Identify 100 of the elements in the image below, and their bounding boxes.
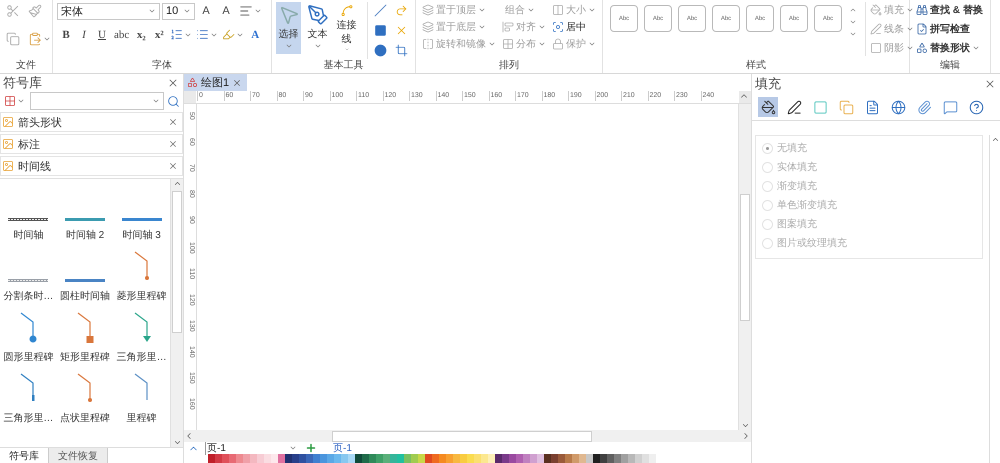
layers-icon [422,21,434,33]
edit-button[interactable]: 替换形状 [914,40,985,56]
scroll-up-button[interactable] [739,91,751,103]
radio-button[interactable] [762,162,773,172]
grow-font-button[interactable]: A [197,4,215,18]
paint-bucket-icon [760,100,776,114]
radio-button[interactable] [762,218,773,230]
panel-tab[interactable]: 文件恢复 [49,448,108,463]
square-icon [812,100,828,114]
shape-label: 里程碑 [126,412,157,425]
close-icon [168,161,178,171]
shape-label: 菱形里程碑 [116,290,167,303]
scrollbar[interactable] [184,430,751,442]
circle-icon [374,44,387,57]
panel-title: 填充 [755,75,781,93]
font-size: 10 [166,5,178,17]
scroll-down-icon [849,18,857,26]
shrink-font-button[interactable]: A [217,4,235,18]
curve-arrow-icon [395,4,408,17]
format-button[interactable]: x₂ [132,28,150,42]
format-button[interactable]: B [57,28,75,42]
font-select[interactable]: 宋体 [57,2,160,20]
edit-button[interactable]: 拼写检查 [914,21,985,37]
pen-line-icon [870,23,882,35]
panel-tool-button[interactable] [758,97,778,117]
arrange-button[interactable]: 居中 [550,19,598,35]
caret-icon [43,35,51,43]
caret-icon [588,40,596,48]
scrollbar[interactable] [170,179,183,447]
globe-icon [890,100,906,114]
columns-icon [552,4,564,16]
caret-icon [906,44,914,52]
plus-icon [305,442,317,454]
group-label: 基本工具 [322,59,364,73]
radio-button[interactable] [762,180,773,192]
edit-button[interactable]: 查找 & 替换 [914,2,985,18]
page-tab[interactable]: 页-1 [325,441,360,455]
caret-icon [527,6,535,14]
caret-icon [972,44,980,52]
shape-label: 三角形里… [116,351,167,364]
file-check-icon [916,23,928,35]
brush-icon [28,4,42,18]
close-icon [984,78,996,90]
search-field[interactable] [30,92,164,110]
group-label: 样式 [745,59,767,73]
rectangle-icon [374,24,387,37]
format-button[interactable]: U [93,28,111,42]
pen-icon [306,4,328,26]
caret-icon [17,97,25,105]
scrollbar[interactable] [738,104,751,430]
search-icon [167,94,180,108]
scroll-up-icon [849,6,857,14]
format-button[interactable]: abc [111,28,132,42]
grid-icon [4,95,16,107]
ruler-corner [184,91,196,103]
more-icon [849,30,857,38]
group-label: 编辑 [939,59,961,73]
grid-icon [502,38,514,50]
format-button[interactable]: I [75,28,93,42]
radio-button[interactable] [762,200,773,210]
highlighter-icon [222,28,236,41]
font-color-button[interactable]: A [246,28,264,42]
close-icon [167,77,179,89]
line-icon [374,4,387,17]
caret-icon [183,7,191,15]
font-name: 宋体 [61,4,83,18]
pen-line-icon [786,100,802,114]
caret-icon [488,40,496,48]
folder-picture-icon [2,138,14,150]
tool-button[interactable]: 连接线 [334,2,359,54]
align-icon [239,4,253,18]
close-icon [168,117,178,127]
radio-button[interactable] [762,238,773,248]
format-button[interactable]: x² [150,28,168,42]
document-tab[interactable]: 绘图1 [184,74,248,91]
scroll-up-icon [172,179,182,188]
copy-button[interactable] [4,30,22,48]
close-icon [232,78,242,88]
help-icon [968,100,984,114]
radio-button[interactable] [762,142,773,154]
shape-label: 点状里程碑 [60,412,110,425]
cross-icon [395,24,408,37]
panel-title: 符号库 [3,74,42,92]
tool-button[interactable]: 选择 [276,2,301,54]
paperclip-icon [916,100,932,114]
clipboard-icon [28,32,42,46]
font-size-select[interactable]: 10 [162,2,195,20]
shape-label: 时间轴 2 [66,228,104,242]
library-category[interactable]: 时间线 [0,156,183,176]
format-painter-button[interactable] [26,2,44,20]
library-category[interactable]: 标注 [0,134,183,154]
shapes-icon [916,42,928,54]
folder-picture-icon [2,116,14,128]
drawing-icon [187,77,198,88]
caret-icon [254,7,262,15]
line-spacing-icon [170,28,184,41]
library-category[interactable]: 箭头形状 [0,112,183,132]
caret-icon [478,23,486,31]
shape-label: 时间轴 [13,228,44,242]
tool-button[interactable]: 文本 [305,2,330,54]
